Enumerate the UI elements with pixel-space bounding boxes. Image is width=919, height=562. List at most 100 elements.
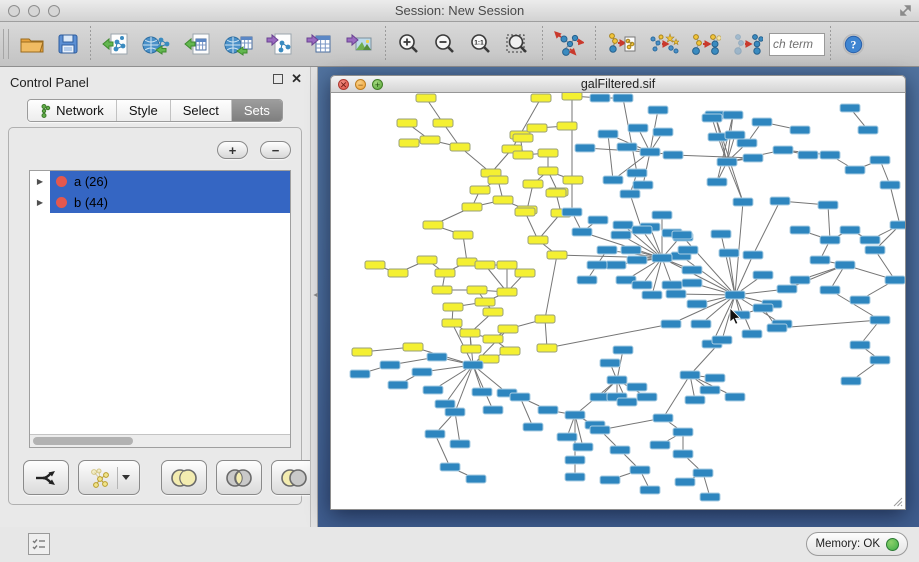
graph-node-blue[interactable] xyxy=(711,230,731,238)
memory-status-button[interactable]: Memory: OK xyxy=(806,532,908,556)
graph-node-blue[interactable] xyxy=(617,398,637,406)
select-first-neighbors-button[interactable] xyxy=(643,25,685,63)
graph-node-blue[interactable] xyxy=(510,393,530,401)
graph-node-blue[interactable] xyxy=(752,118,772,126)
graph-node-blue[interactable] xyxy=(613,346,633,354)
graph-node-blue[interactable] xyxy=(707,178,727,186)
scrollbar-thumb[interactable] xyxy=(33,437,133,445)
graph-node-blue[interactable] xyxy=(590,94,610,102)
graph-node-blue[interactable] xyxy=(798,151,818,159)
show-hide-selection-button[interactable] xyxy=(727,25,769,63)
graph-node-blue[interactable] xyxy=(870,356,890,364)
graph-node-blue[interactable] xyxy=(450,440,470,448)
graph-node-blue[interactable] xyxy=(885,276,905,284)
graph-node-yellow[interactable] xyxy=(460,329,480,337)
export-image-button[interactable] xyxy=(340,25,380,63)
graph-node-blue[interactable] xyxy=(598,130,618,138)
graph-node-yellow[interactable] xyxy=(488,176,508,184)
expander-icon[interactable]: ▶ xyxy=(30,171,50,192)
graph-node-yellow[interactable] xyxy=(420,136,440,144)
graph-node-blue[interactable] xyxy=(632,281,652,289)
graph-node-yellow[interactable] xyxy=(531,94,551,102)
graph-node-blue[interactable] xyxy=(820,286,840,294)
graph-node-yellow[interactable] xyxy=(475,261,495,269)
graph-node-yellow[interactable] xyxy=(416,94,436,102)
graph-node-blue[interactable] xyxy=(637,393,657,401)
save-session-button[interactable] xyxy=(51,25,85,63)
graph-node-blue[interactable] xyxy=(840,226,860,234)
import-table-file-button[interactable] xyxy=(178,25,218,63)
graph-node-blue[interactable] xyxy=(723,111,743,119)
graph-node-blue[interactable] xyxy=(753,304,773,312)
graph-node-blue[interactable] xyxy=(685,396,705,404)
graph-node-blue[interactable] xyxy=(661,320,681,328)
graph-node-blue[interactable] xyxy=(627,383,647,391)
float-panel-icon[interactable] xyxy=(273,74,283,84)
graph-node-yellow[interactable] xyxy=(547,251,567,259)
graph-node-yellow[interactable] xyxy=(365,261,385,269)
resize-grip-icon[interactable] xyxy=(892,496,903,507)
graph-node-yellow[interactable] xyxy=(388,269,408,277)
graph-node-blue[interactable] xyxy=(600,359,620,367)
graph-node-blue[interactable] xyxy=(633,181,653,189)
graph-node-blue[interactable] xyxy=(427,353,447,361)
dropdown-caret-icon[interactable] xyxy=(122,475,130,480)
graph-node-yellow[interactable] xyxy=(433,119,453,127)
graph-node-blue[interactable] xyxy=(590,426,610,434)
graph-node-blue[interactable] xyxy=(587,261,607,269)
zoom-out-button[interactable] xyxy=(427,25,463,63)
graph-node-blue[interactable] xyxy=(865,246,885,254)
graph-node-blue[interactable] xyxy=(483,406,503,414)
graph-node-blue[interactable] xyxy=(617,143,637,151)
graph-node-blue[interactable] xyxy=(820,236,840,244)
graph-node-yellow[interactable] xyxy=(403,343,423,351)
remove-set-button[interactable]: − xyxy=(260,141,291,159)
graph-node-blue[interactable] xyxy=(700,493,720,501)
graph-node-blue[interactable] xyxy=(412,368,432,376)
graph-node-yellow[interactable] xyxy=(557,122,577,130)
search-input[interactable] xyxy=(769,33,825,56)
graph-node-blue[interactable] xyxy=(700,386,720,394)
tab-sets[interactable]: Sets xyxy=(231,100,282,121)
network-graph[interactable] xyxy=(331,93,905,508)
graph-node-blue[interactable] xyxy=(440,463,460,471)
graph-node-blue[interactable] xyxy=(606,261,626,269)
graph-node-blue[interactable] xyxy=(425,430,445,438)
graph-node-blue[interactable] xyxy=(702,114,722,122)
graph-node-blue[interactable] xyxy=(672,231,692,239)
graph-node-blue[interactable] xyxy=(770,197,790,205)
graph-node-blue[interactable] xyxy=(880,181,900,189)
graph-node-yellow[interactable] xyxy=(475,298,495,306)
graph-node-blue[interactable] xyxy=(835,261,855,269)
graph-node-yellow[interactable] xyxy=(399,139,419,147)
graph-node-yellow[interactable] xyxy=(497,261,517,269)
graph-node-blue[interactable] xyxy=(642,291,662,299)
graph-node-blue[interactable] xyxy=(627,256,647,264)
graph-node-blue[interactable] xyxy=(663,151,683,159)
graph-node-blue[interactable] xyxy=(818,201,838,209)
graph-node-blue[interactable] xyxy=(640,486,660,494)
graph-node-blue[interactable] xyxy=(565,411,585,419)
graph-node-blue[interactable] xyxy=(890,221,905,229)
graph-node-yellow[interactable] xyxy=(528,236,548,244)
graph-node-blue[interactable] xyxy=(597,246,617,254)
graph-node-yellow[interactable] xyxy=(435,269,455,277)
graph-node-yellow[interactable] xyxy=(513,134,533,142)
graph-node-blue[interactable] xyxy=(742,330,762,338)
graph-node-blue[interactable] xyxy=(630,466,650,474)
graph-node-blue[interactable] xyxy=(538,406,558,414)
graph-node-blue[interactable] xyxy=(466,475,486,483)
graph-node-blue[interactable] xyxy=(840,104,860,112)
apply-layout-button[interactable] xyxy=(548,25,590,63)
graph-node-yellow[interactable] xyxy=(442,319,462,327)
graph-node-yellow[interactable] xyxy=(462,203,482,211)
graph-node-blue[interactable] xyxy=(753,271,773,279)
graph-node-blue[interactable] xyxy=(725,393,745,401)
graph-node-blue[interactable] xyxy=(610,446,630,454)
graph-node-yellow[interactable] xyxy=(546,189,566,197)
graph-node-yellow[interactable] xyxy=(457,258,477,266)
intersect-sets-button[interactable] xyxy=(216,460,262,495)
graph-node-blue[interactable] xyxy=(841,377,861,385)
graph-node-yellow[interactable] xyxy=(513,151,533,159)
graph-node-blue[interactable] xyxy=(682,279,702,287)
